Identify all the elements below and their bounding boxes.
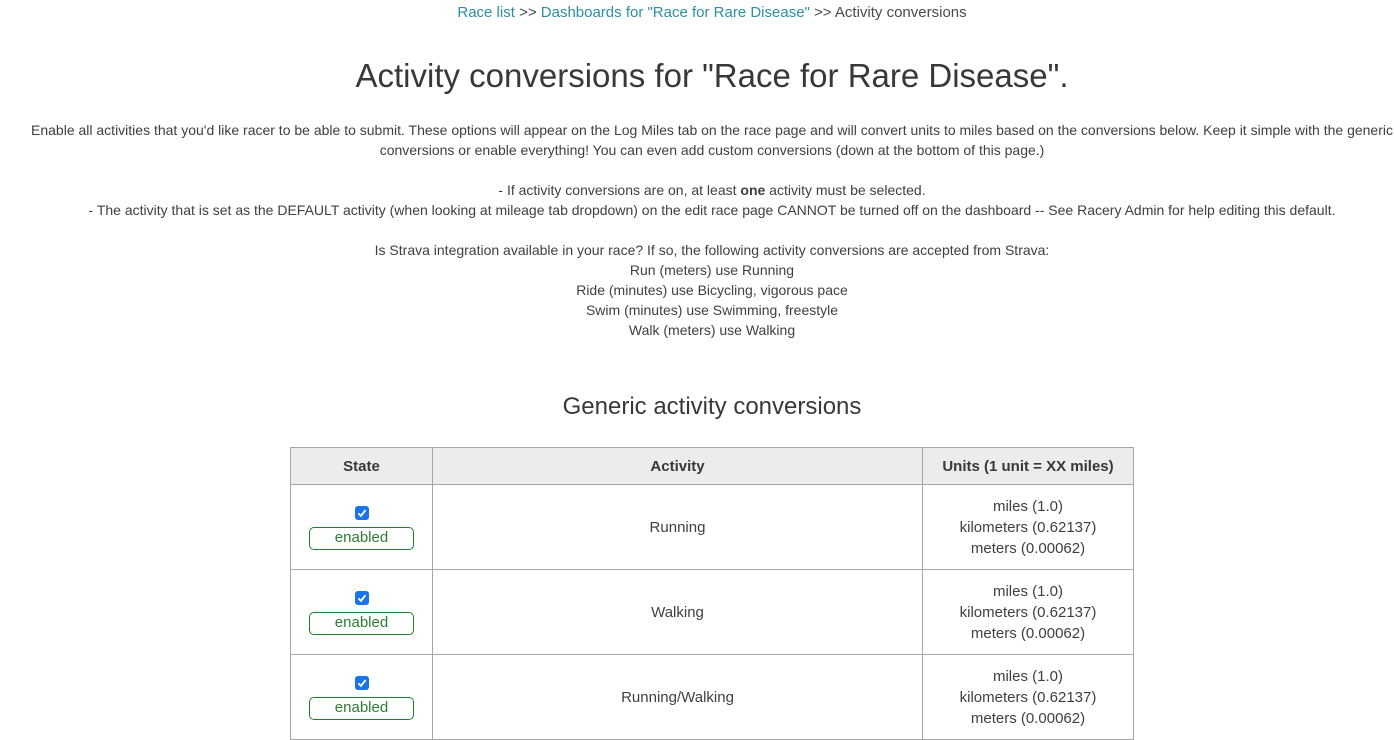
activity-conversions-table: State Activity Units (1 unit = XX miles)… <box>290 447 1134 740</box>
enabled-badge[interactable]: enabled <box>309 527 414 550</box>
strava-line: Walk (meters) use Walking <box>10 320 1394 340</box>
units-cell: miles (1.0) kilometers (0.62137) meters … <box>923 655 1134 740</box>
unit-meters: meters (0.00062) <box>924 538 1132 559</box>
unit-miles: miles (1.0) <box>924 666 1132 687</box>
note-conversions-on: - If activity conversions are on, at lea… <box>10 180 1394 200</box>
unit-miles: miles (1.0) <box>924 496 1132 517</box>
unit-kilometers: kilometers (0.62137) <box>924 602 1132 623</box>
strava-intro-line: Is Strava integration available in your … <box>10 240 1394 260</box>
activity-enabled-checkbox[interactable] <box>355 591 369 605</box>
unit-kilometers: kilometers (0.62137) <box>924 687 1132 708</box>
activity-enabled-checkbox[interactable] <box>355 506 369 520</box>
activity-cell: Running/Walking <box>433 655 923 740</box>
unit-kilometers: kilometers (0.62137) <box>924 517 1132 538</box>
strava-paragraph: Is Strava integration available in your … <box>0 240 1394 340</box>
page: Race list >> Dashboards for "Race for Ra… <box>0 0 1394 740</box>
strava-line: Run (meters) use Running <box>10 260 1394 280</box>
note1-prefix: - If activity conversions are on, at lea… <box>498 182 740 198</box>
page-title: Activity conversions for "Race for Rare … <box>0 56 1394 96</box>
breadcrumb-separator: >> <box>519 4 537 21</box>
breadcrumb-current: Activity conversions <box>835 4 967 21</box>
activity-cell: Running <box>433 485 923 570</box>
note1-bold: one <box>740 182 765 198</box>
header-activity: Activity <box>433 448 923 485</box>
units-cell: miles (1.0) kilometers (0.62137) meters … <box>923 570 1134 655</box>
note-default-activity: - The activity that is set as the DEFAUL… <box>10 200 1394 220</box>
table-header-row: State Activity Units (1 unit = XX miles) <box>291 448 1134 485</box>
checkmark-icon <box>357 508 367 518</box>
units-cell: miles (1.0) kilometers (0.62137) meters … <box>923 485 1134 570</box>
breadcrumb: Race list >> Dashboards for "Race for Ra… <box>0 0 1394 22</box>
note1-suffix: activity must be selected. <box>765 182 925 198</box>
state-cell: enabled <box>291 485 433 570</box>
unit-meters: meters (0.00062) <box>924 708 1132 729</box>
table-row-walking: enabled Walking miles (1.0) kilometers (… <box>291 570 1134 655</box>
table-row-running: enabled Running miles (1.0) kilometers (… <box>291 485 1134 570</box>
state-cell: enabled <box>291 570 433 655</box>
unit-miles: miles (1.0) <box>924 581 1132 602</box>
notes-paragraph: - If activity conversions are on, at lea… <box>0 180 1394 220</box>
strava-line: Ride (minutes) use Bicycling, vigorous p… <box>10 280 1394 300</box>
section-title-generic-conversions: Generic activity conversions <box>0 392 1394 422</box>
breadcrumb-separator: >> <box>814 4 832 21</box>
intro-paragraph: Enable all activities that you'd like ra… <box>0 120 1394 160</box>
header-units: Units (1 unit = XX miles) <box>923 448 1134 485</box>
unit-meters: meters (0.00062) <box>924 623 1132 644</box>
breadcrumb-link-race-list[interactable]: Race list <box>457 4 515 21</box>
breadcrumb-link-dashboards[interactable]: Dashboards for "Race for Rare Disease" <box>541 4 810 21</box>
state-cell: enabled <box>291 655 433 740</box>
header-state: State <box>291 448 433 485</box>
checkmark-icon <box>357 593 367 603</box>
strava-line: Swim (minutes) use Swimming, freestyle <box>10 300 1394 320</box>
activity-cell: Walking <box>433 570 923 655</box>
table-row-running-walking: enabled Running/Walking miles (1.0) kilo… <box>291 655 1134 740</box>
checkmark-icon <box>357 678 367 688</box>
activity-enabled-checkbox[interactable] <box>355 676 369 690</box>
enabled-badge[interactable]: enabled <box>309 612 414 635</box>
enabled-badge[interactable]: enabled <box>309 697 414 720</box>
